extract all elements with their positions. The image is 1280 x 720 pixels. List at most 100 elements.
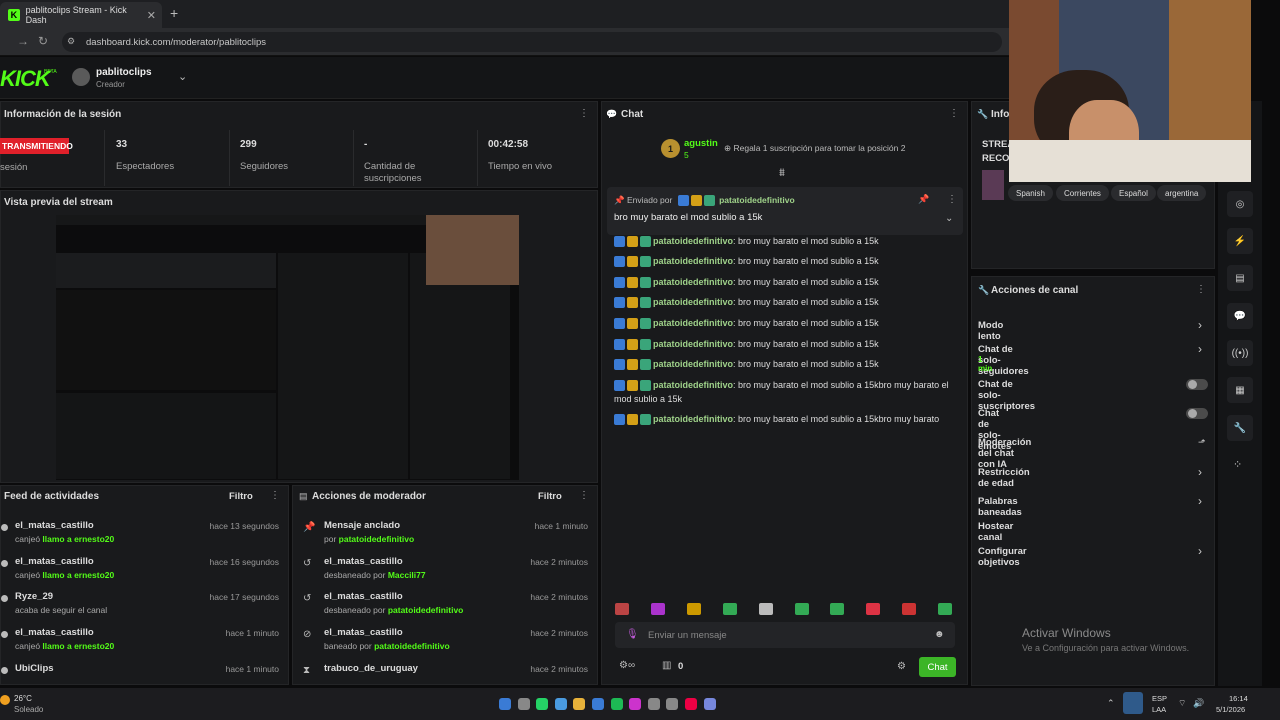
emote-icon[interactable] xyxy=(902,603,917,615)
modactions-menu-icon[interactable]: ⋮ xyxy=(579,490,589,501)
lang-2[interactable]: LAA xyxy=(1152,705,1166,714)
stream-preview-video[interactable] xyxy=(56,215,519,480)
emote-icon[interactable] xyxy=(866,603,881,615)
clock-time[interactable]: 16:14 xyxy=(1229,694,1248,703)
app-icon[interactable] xyxy=(666,698,679,710)
chat-message[interactable]: patatoidedefinitivo: bro muy barato el m… xyxy=(614,316,954,330)
category-thumbnail[interactable] xyxy=(982,170,1004,200)
feed-item[interactable]: el_matas_castillo canjeó llamo a ernesto2… xyxy=(0,556,289,590)
chart-icon[interactable]: ⬏ xyxy=(1198,437,1206,448)
action-0-label[interactable]: Modo lento xyxy=(978,320,1003,342)
chat-message[interactable]: patatoidedefinitivo: bro muy barato el m… xyxy=(614,295,954,309)
weather-temp[interactable]: 26°C xyxy=(14,694,32,703)
modaction-item[interactable]: 📌 Mensaje anclado por patatoidedefinitivo h… xyxy=(292,520,598,554)
action-5-label[interactable]: Restricción de edad xyxy=(978,467,1030,489)
pinned-menu-icon[interactable]: ⋮ xyxy=(947,194,957,205)
toggle-switch[interactable] xyxy=(1186,408,1208,419)
action-6-label[interactable]: Palabras baneadas xyxy=(978,496,1022,518)
chevron-right-icon[interactable]: › xyxy=(1198,465,1202,479)
chat-message[interactable]: patatoidedefinitivo: bro muy barato el m… xyxy=(614,337,954,351)
modaction-item[interactable]: ↺ el_matas_castillo desbaneado por Maccili… xyxy=(292,556,598,590)
target-icon[interactable]: ◎ xyxy=(1227,191,1253,217)
modaction-item[interactable]: ↺ el_matas_castillo desbaneado por patatoi… xyxy=(292,591,598,625)
settings-icon[interactable]: ⚙ xyxy=(897,661,906,672)
unpin-icon[interactable]: 📌 xyxy=(918,194,929,205)
start-icon[interactable] xyxy=(499,698,511,710)
action-4-label[interactable]: Moderación del chat con IA xyxy=(978,437,1031,470)
modaction-item[interactable]: ⊘ el_matas_castillo baneado por patatoided… xyxy=(292,627,598,661)
chevron-down-icon[interactable]: ⌄ xyxy=(178,70,187,83)
feed-item-name[interactable]: Ryze_29 xyxy=(15,591,53,602)
emote-icon[interactable] xyxy=(758,603,773,615)
app-icon[interactable] xyxy=(703,698,716,710)
chevron-right-icon[interactable]: › xyxy=(1198,494,1202,508)
wrench-icon[interactable]: 🔧 xyxy=(1227,415,1253,441)
new-tab-icon[interactable]: + xyxy=(170,5,178,21)
chat-message[interactable]: patatoidedefinitivo: bro muy barato el m… xyxy=(614,357,954,371)
emote-icon[interactable] xyxy=(650,603,665,615)
chevron-right-icon[interactable]: › xyxy=(1198,342,1202,356)
emote-icon[interactable] xyxy=(615,603,629,615)
document-icon[interactable]: ▤ xyxy=(1227,265,1253,291)
clock-date[interactable]: 5/1/2026 xyxy=(1216,705,1245,714)
gift-sub-prompt[interactable]: ⊕ Regala 1 suscripción para tomar la pos… xyxy=(724,143,905,154)
feed-item-name[interactable]: UbiClips xyxy=(15,663,54,674)
feed-item[interactable]: el_matas_castillo canjeó llamo a ernesto2… xyxy=(0,627,289,661)
points-icon[interactable]: ⚙∞ xyxy=(619,660,635,671)
feed-item[interactable]: el_matas_castillo canjeó llamo a ernesto2… xyxy=(0,520,289,554)
modaction-title[interactable]: trabuco_de_uruguay xyxy=(324,663,418,674)
chat-message[interactable]: patatoidedefinitivo: bro muy barato el m… xyxy=(614,254,954,268)
chat-input[interactable]: 🎙 Enviar un mensaje ☻ xyxy=(615,622,955,648)
chat-username[interactable]: patatoidedefinitivo xyxy=(653,297,733,307)
chat-username[interactable]: patatoidedefinitivo xyxy=(653,339,733,349)
lightning-icon[interactable]: ⚡ xyxy=(1227,228,1253,254)
send-chat-button[interactable]: Chat xyxy=(919,657,956,677)
emote-icon[interactable] xyxy=(938,603,953,615)
chrome-icon[interactable] xyxy=(685,698,697,710)
chat-username[interactable]: patatoidedefinitivo xyxy=(653,414,733,424)
modaction-who[interactable]: Maccili77 xyxy=(388,570,426,580)
session-menu-icon[interactable]: ⋮ xyxy=(579,108,589,119)
browser-tab[interactable]: K pablitoclips Stream - Kick Dash ✕ xyxy=(0,2,162,28)
action-7-label[interactable]: Hostear canal xyxy=(978,521,1013,543)
wifi-icon[interactable]: ⌔ xyxy=(1178,698,1186,709)
modaction-who[interactable]: patatoidedefinitivo xyxy=(374,641,450,651)
store-icon[interactable]: ▥ xyxy=(662,660,671,671)
modaction-title[interactable]: el_matas_castillo xyxy=(324,556,403,567)
filter-icon[interactable]: ⩩ xyxy=(779,167,785,180)
feed-filter-button[interactable]: Filtro xyxy=(229,491,253,502)
spotify-icon[interactable] xyxy=(610,698,623,710)
modaction-who[interactable]: patatoidedefinitivo xyxy=(339,534,415,544)
chat-username[interactable]: patatoidedefinitivo xyxy=(653,359,733,369)
modactions-filter-button[interactable]: Filtro xyxy=(538,491,562,502)
broadcast-icon[interactable]: ((•)) xyxy=(1227,340,1253,366)
forward-icon[interactable]: → xyxy=(17,34,29,48)
feed-item[interactable]: Ryze_29 acaba de seguir el canal hace 17 s… xyxy=(0,591,289,625)
chat-username[interactable]: patatoidedefinitivo xyxy=(653,318,733,328)
lang-1[interactable]: ESP xyxy=(1152,694,1167,703)
chat-message[interactable]: patatoidedefinitivo: bro muy barato el m… xyxy=(614,234,954,248)
chat-username[interactable]: patatoidedefinitivo xyxy=(653,277,733,287)
tag-argentina[interactable]: argentina xyxy=(1157,185,1207,201)
chevron-up-icon[interactable]: ⌃ xyxy=(1107,698,1115,709)
whatsapp-icon[interactable] xyxy=(536,698,549,710)
kick-logo[interactable]: KICK xyxy=(0,66,51,92)
emote-icon[interactable] xyxy=(794,603,809,615)
tag-espanol[interactable]: Español xyxy=(1111,185,1156,201)
chevron-right-icon[interactable]: › xyxy=(1198,544,1202,558)
chat-icon[interactable]: 💬 xyxy=(1227,303,1253,329)
chat-menu-icon[interactable]: ⋮ xyxy=(949,108,959,119)
chat-message[interactable]: patatoidedefinitivo: bro muy barato el m… xyxy=(614,412,954,426)
channel-name[interactable]: pablitoclips xyxy=(96,67,152,78)
tag-corrientes[interactable]: Corrientes xyxy=(1056,185,1109,201)
top-gifter-name[interactable]: agustin xyxy=(684,138,718,149)
add-widget-icon[interactable]: ⁘ xyxy=(1233,458,1242,471)
steam-icon[interactable] xyxy=(592,698,604,710)
volume-icon[interactable]: 🔊 xyxy=(1193,698,1204,709)
modaction-who[interactable]: patatoidedefinitivo xyxy=(388,605,464,615)
feed-item-name[interactable]: el_matas_castillo xyxy=(15,556,94,567)
tag-spanish[interactable]: Spanish xyxy=(1008,185,1053,201)
layout-icon[interactable]: ▦ xyxy=(1227,377,1253,403)
action-8-label[interactable]: Configurar objetivos xyxy=(978,546,1027,568)
chat-message[interactable]: patatoidedefinitivo: bro muy barato el m… xyxy=(614,275,954,289)
